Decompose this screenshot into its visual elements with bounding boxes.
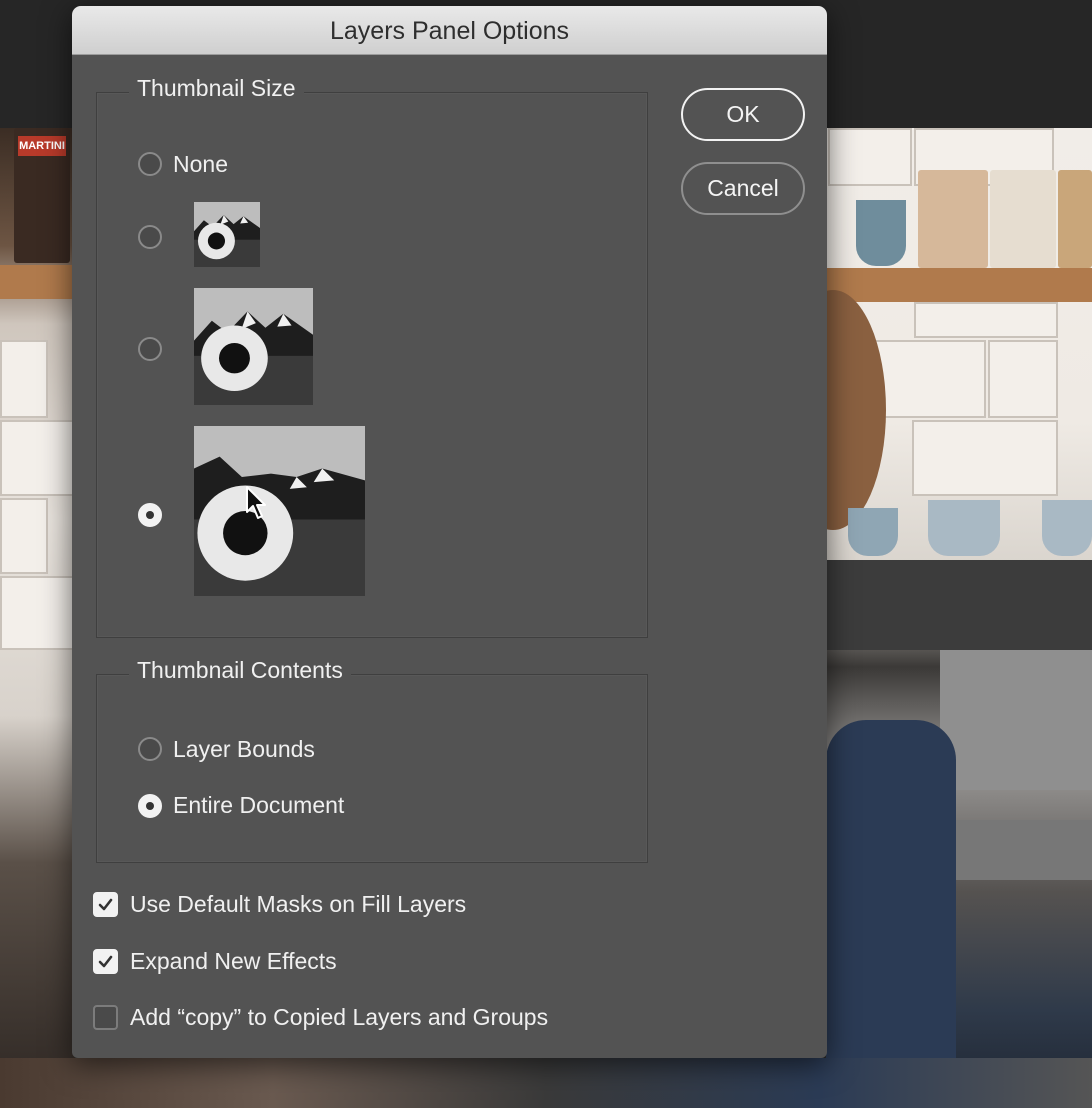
espresso-machine (826, 560, 1092, 650)
tile (0, 340, 48, 418)
thumbnail-contents-group: Thumbnail Contents (96, 657, 648, 863)
tile (988, 340, 1058, 418)
bottle-label: MARTINI (18, 136, 66, 156)
add-copy-checkbox[interactable] (93, 1005, 118, 1030)
dialog-title: Layers Panel Options (329, 17, 570, 45)
add-copy-label: Add “copy” to Copied Layers and Groups (130, 1004, 549, 1030)
cancel-button[interactable]: Cancel (681, 162, 805, 215)
background-bottom (0, 1058, 1092, 1108)
entire-document-radio[interactable] (138, 794, 162, 818)
mug (856, 200, 906, 266)
entire-document-label: Entire Document (173, 792, 345, 818)
tea-tin (990, 170, 1056, 268)
thumbnail-size-medium-radio[interactable] (138, 337, 162, 361)
tea-tin (918, 170, 988, 268)
shelf-right (826, 268, 1092, 302)
thumbnail-size-none-label: None (173, 151, 228, 177)
sunflower-image-icon (194, 202, 260, 267)
thumbnail-size-none-radio[interactable] (138, 152, 162, 176)
cup (928, 500, 1000, 556)
layer-bounds-radio[interactable] (138, 737, 162, 761)
sunflower-image-icon (194, 288, 313, 405)
checkmark-icon (98, 898, 113, 911)
tea-tin (1058, 170, 1092, 268)
person (826, 720, 956, 1108)
cup (1042, 500, 1092, 556)
tile (0, 576, 75, 650)
sunflower-image-icon (194, 426, 365, 596)
espresso-drip-tray (950, 820, 1092, 880)
default-masks-checkbox[interactable] (93, 892, 118, 917)
cup (848, 508, 898, 556)
dialog-titlebar: Layers Panel Options (72, 6, 827, 55)
expand-new-effects-checkbox[interactable] (93, 949, 118, 974)
thumbnail-size-label: Thumbnail Size (129, 75, 304, 102)
thumbnail-contents-label: Thumbnail Contents (129, 657, 351, 684)
sunflower-thumbnail-medium[interactable] (194, 288, 313, 405)
thumbnail-size-large-radio[interactable] (138, 503, 162, 527)
arrow-cursor-icon (246, 486, 266, 519)
thumbnail-size-small-radio[interactable] (138, 225, 162, 249)
checkmark-icon (98, 955, 113, 968)
espresso-machine-body (940, 650, 1092, 790)
tile (0, 498, 48, 574)
ok-button[interactable]: OK (681, 88, 805, 141)
expand-new-effects-label: Expand New Effects (130, 948, 337, 974)
bottle: MARTINI (14, 128, 70, 263)
tile (0, 420, 75, 496)
default-masks-label: Use Default Masks on Fill Layers (130, 891, 467, 917)
tile (828, 128, 912, 186)
sunflower-thumbnail-large[interactable] (194, 426, 365, 596)
sunflower-thumbnail-small[interactable] (194, 202, 260, 267)
layers-panel-options-dialog: Layers Panel Options Thumbnail Size None (72, 6, 827, 1058)
layer-bounds-label: Layer Bounds (173, 736, 315, 762)
shelf-left (0, 265, 75, 299)
tile (914, 302, 1058, 338)
tile (912, 420, 1058, 496)
